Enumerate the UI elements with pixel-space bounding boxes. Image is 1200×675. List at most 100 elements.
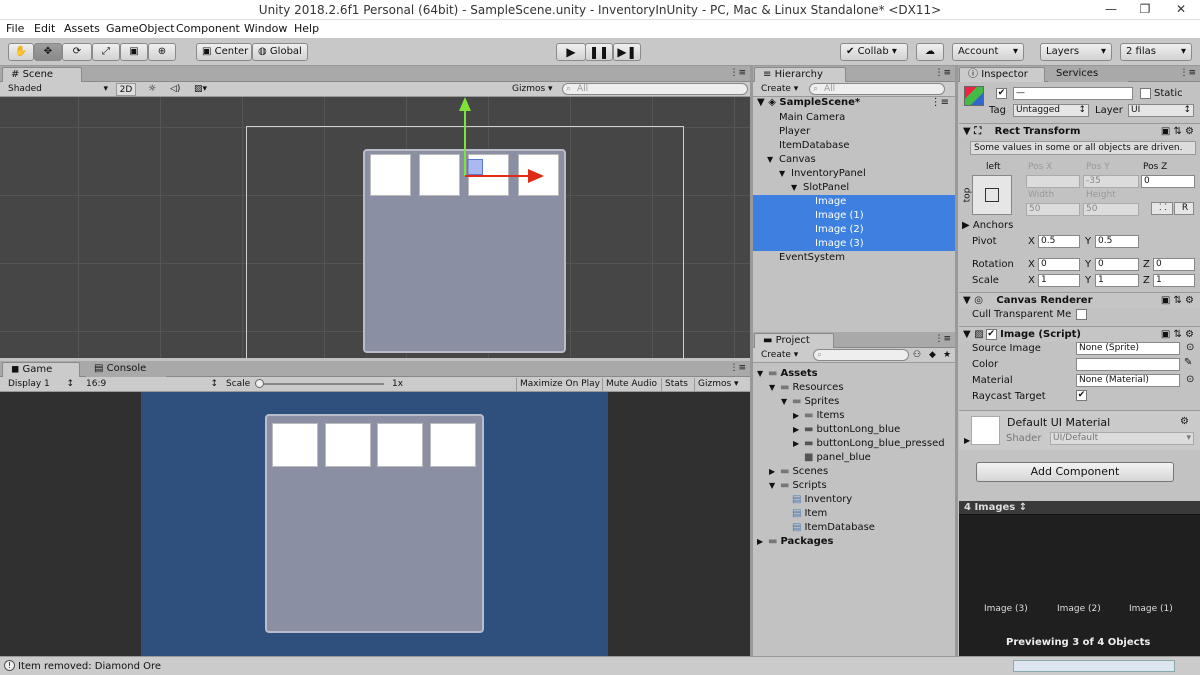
image-script-header[interactable]: ▼ ▨ ✔ Image (Script) ▣ ⇅ ⚙ [959,326,1200,342]
pivot-global-button[interactable]: ◍ Global [252,43,308,61]
pivot-center-button[interactable]: ▣ Center [196,43,252,61]
scale-slider-track[interactable] [256,383,384,385]
pivot-x-field[interactable]: 0.5 [1038,235,1080,248]
project-item[interactable]: ▶ ▬ Scenes [769,465,828,479]
move-tool-icon[interactable]: ✥ [34,43,62,61]
hierarchy-scene-row[interactable]: ▼ ◈ SampleScene* ⋮≡ [753,96,955,110]
material-settings-icon[interactable]: ⚙ [1180,416,1189,427]
expand-arrow-icon[interactable]: ▼ [779,167,791,181]
tab-game[interactable]: ◼ Game [2,362,80,377]
slot-image[interactable] [419,154,460,196]
expand-arrow-icon[interactable]: ▼ [769,479,780,493]
expand-arrow-icon[interactable]: ▶ [757,535,768,549]
status-message[interactable]: Item removed: Diamond Ore [18,661,161,672]
scene-menu-icon[interactable]: ⋮≡ [931,96,949,110]
project-item[interactable]: ▶ ▬ buttonLong_blue_pressed [793,437,945,451]
light-icon[interactable]: ☼ [148,83,156,96]
menu-edit[interactable]: Edit [34,22,55,35]
rect-tool-icon[interactable]: ▣ [120,43,148,61]
expand-arrow-icon[interactable]: ▼ [781,395,792,409]
static-checkbox[interactable] [1140,88,1151,99]
tab-services[interactable]: Services [1048,67,1128,82]
hand-tool-icon[interactable]: ✋ [8,43,34,61]
expand-arrow-icon[interactable]: ▶ [793,423,804,437]
filter-type-icon[interactable]: ⚇ [913,349,921,362]
scale-y-field[interactable]: 1 [1095,274,1139,287]
move-gizmo-y-axis[interactable] [464,107,466,176]
hierarchy-item[interactable]: Image (2) [753,223,955,237]
hierarchy-item[interactable]: ▼ SlotPanel [753,181,955,195]
layers-dropdown[interactable]: Layers ▾ [1040,43,1112,61]
raycast-target-checkbox[interactable]: ✔ [1076,390,1087,401]
hierarchy-search-input[interactable]: ⌕ All [809,83,945,95]
hierarchy-item[interactable]: ▼ InventoryPanel [753,167,955,181]
favorite-icon[interactable]: ★ [943,349,951,362]
project-create-button[interactable]: Create ▾ [761,349,798,362]
menu-file[interactable]: File [6,22,24,35]
scale-tool-icon[interactable]: ⤢ [92,43,120,61]
hierarchy-item[interactable]: ▼ Canvas [753,153,955,167]
game-gizmos-dropdown[interactable]: Gizmos ▾ [694,378,739,391]
add-component-button[interactable]: Add Component [976,462,1174,482]
material-expand-arrow-icon[interactable]: ▶ [964,436,970,445]
project-item[interactable]: ▼ ▬ Resources [769,381,844,395]
object-picker-icon[interactable]: ⊙ [1186,374,1194,385]
expand-arrow-icon[interactable]: ▶ [793,437,804,451]
menu-help[interactable]: Help [294,22,319,35]
mute-audio-toggle[interactable]: Mute Audio [602,378,657,391]
hierarchy-item[interactable]: EventSystem [753,251,955,265]
transform-tool-icon[interactable]: ⊕ [148,43,176,61]
scene-search-input[interactable]: ⌕ All [562,83,748,95]
audio-icon[interactable]: ◁) [170,83,180,96]
aspect-dropdown[interactable]: 16:9 ↕ [86,378,220,391]
hierarchy-item[interactable]: Image (1) [753,209,955,223]
expand-arrow-icon[interactable]: ▼ [767,153,779,167]
preview-count-dropdown[interactable]: 4 Images ↕ [964,502,1027,513]
mode-2d-button[interactable]: 2D [116,83,136,96]
slot-image[interactable] [370,154,411,196]
pause-button[interactable]: ❚❚ [585,43,613,61]
project-item[interactable]: ▼ ▬ Sprites [781,395,839,409]
width-field[interactable]: 50 [1026,203,1080,216]
project-item[interactable]: ▶ ▬ Items [793,409,844,423]
shading-dropdown[interactable]: Shaded ▾ [8,83,110,96]
tab-inspector[interactable]: ⓘ Inspector [959,67,1045,82]
panel-menu-icon[interactable]: ⋮≡ [1179,68,1196,78]
pivot-y-field[interactable]: 0.5 [1095,235,1139,248]
project-item[interactable]: ▤ Item [781,507,827,521]
hierarchy-item[interactable]: Player [753,125,955,139]
hierarchy-item[interactable]: Image (3) [753,237,955,251]
expand-arrow-icon[interactable]: ▼ [791,181,803,195]
account-dropdown[interactable]: Account ▾ [952,43,1024,61]
project-item[interactable]: ▶ ▬ Packages [757,535,833,549]
menu-gameobject[interactable]: GameObject [106,22,175,35]
move-gizmo-plane-handle[interactable] [467,159,483,175]
collab-button[interactable]: ✔ Collab ▾ [840,43,908,61]
menu-component[interactable]: Component [176,22,240,35]
project-item[interactable]: ▤ Inventory [781,493,852,507]
expand-arrow-icon[interactable]: ▼ [769,381,780,395]
expand-arrow-icon[interactable]: ▶ [793,409,804,423]
layer-dropdown[interactable]: UI ↕ [1128,104,1194,117]
project-item[interactable]: ■ panel_blue [793,451,871,465]
color-field[interactable] [1076,358,1180,371]
tab-scene[interactable]: # Scene [2,67,82,82]
layout-dropdown[interactable]: 2 filas ▾ [1120,43,1192,61]
tab-hierarchy[interactable]: ≡ Hierarchy [754,67,846,82]
component-settings-icon[interactable]: ▣ ⇅ ⚙ [1161,293,1194,308]
rect-transform-header[interactable]: ▼ ⛶ Rect Transform ▣ ⇅ ⚙ [959,123,1200,139]
rotate-tool-icon[interactable]: ⟳ [62,43,92,61]
project-item[interactable]: ▤ ItemDatabase [781,521,875,535]
tab-project[interactable]: ▬ Project [754,333,834,348]
image-enabled-checkbox[interactable]: ✔ [985,328,997,340]
object-picker-icon[interactable]: ⊙ [1186,342,1194,353]
scale-z-field[interactable]: 1 [1153,274,1195,287]
project-item[interactable]: ▼ ▬ Scripts [769,479,827,493]
menu-assets[interactable]: Assets [64,22,100,35]
canvas-renderer-header[interactable]: ▼ ◎ Canvas Renderer ▣ ⇅ ⚙ [959,292,1200,308]
anchor-preset-button[interactable] [972,175,1012,215]
hierarchy-create-button[interactable]: Create ▾ [761,83,798,96]
menu-window[interactable]: Window [244,22,287,35]
component-settings-icon[interactable]: ▣ ⇅ ⚙ [1161,327,1194,342]
pos-z-field[interactable]: 0 [1141,175,1195,188]
